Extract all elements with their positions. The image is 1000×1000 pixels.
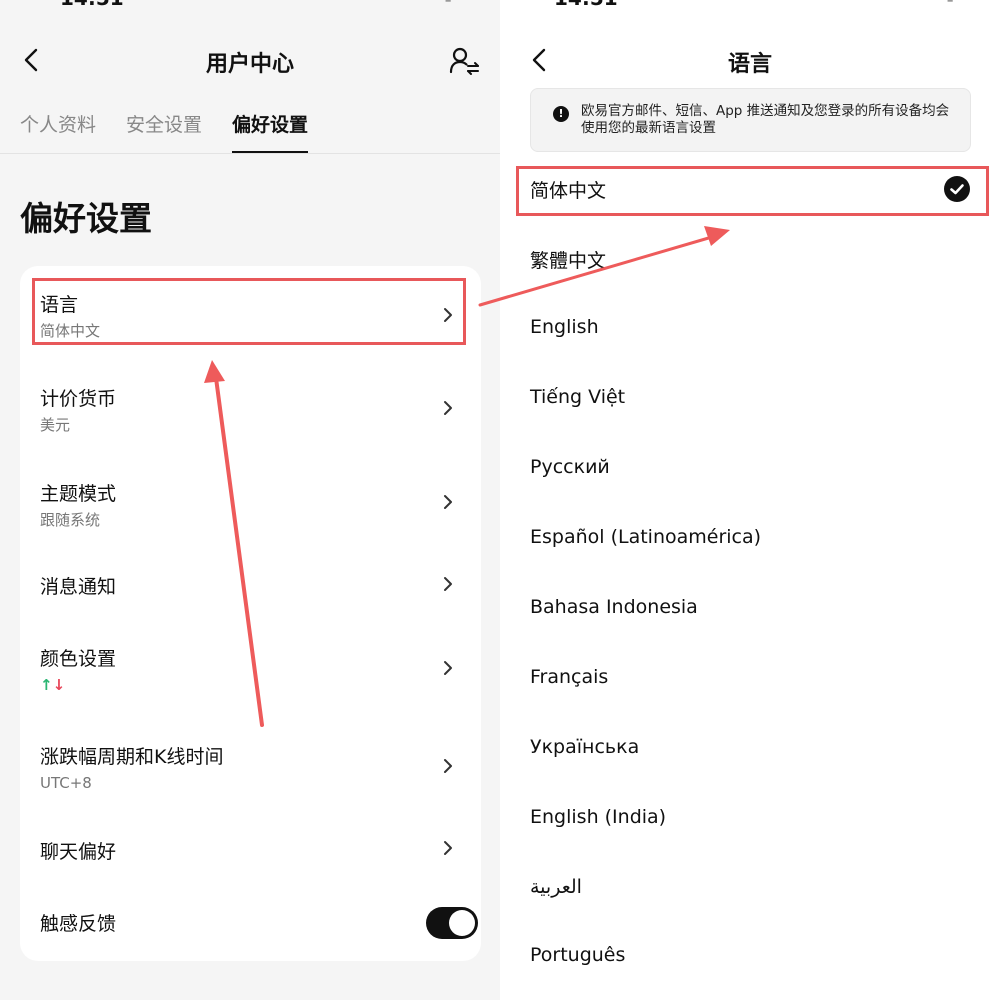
setting-label: 聊天偏好: [40, 841, 117, 863]
section-heading: 偏好设置: [20, 199, 152, 238]
setting-label: 涨跌幅周期和K线时间: [40, 746, 224, 768]
language-option-ru[interactable]: Русский: [530, 456, 610, 478]
back-button[interactable]: [18, 42, 48, 78]
setting-label: 消息通知: [40, 576, 117, 598]
setting-label: 计价货币: [40, 388, 117, 410]
language-option-zh-hant[interactable]: 繁體中文: [530, 246, 606, 273]
chevron-right-icon: [441, 493, 455, 511]
chevron-left-icon: [532, 48, 546, 72]
setting-label: 主题模式: [40, 483, 117, 505]
language-option-pt[interactable]: Português: [530, 944, 625, 966]
setting-item-kline-period[interactable]: 涨跌幅周期和K线时间 UTC+8: [20, 740, 481, 800]
user-switch-button[interactable]: [448, 46, 482, 76]
toggle-knob: [449, 910, 475, 936]
tab-bar: 个人资料 安全设置 偏好设置: [20, 110, 338, 154]
language-notice: ! 欧易官方邮件、短信、App 推送通知及您登录的所有设备均会使用您的最新语言设…: [530, 88, 971, 152]
color-arrows: ↑↓: [40, 676, 65, 694]
info-icon: !: [553, 106, 569, 122]
tab-divider: [0, 153, 500, 154]
language-option-en[interactable]: English: [530, 316, 599, 338]
user-center-screen: 14:51 ···· ▾ ▮ 用户中心 个人资料 安全设置 偏好设置 偏好设置 …: [0, 0, 500, 1000]
up-arrow-icon: ↑: [40, 676, 53, 694]
language-screen: 14:51 ···· ▾ ▮ 语言 ! 欧易官方邮件、短信、App 推送通知及您…: [500, 0, 1000, 1000]
language-option-vi[interactable]: Tiếng Việt: [530, 386, 625, 408]
page-title: 用户中心: [205, 52, 294, 77]
language-option-en-in[interactable]: English (India): [530, 806, 666, 828]
setting-item-chat[interactable]: 聊天偏好: [20, 832, 481, 872]
setting-value: 跟随系统: [40, 511, 101, 529]
language-option-fr[interactable]: Français: [530, 666, 608, 688]
status-bar: 14:51 ···· ▾ ▮: [500, 0, 1000, 10]
setting-item-notifications[interactable]: 消息通知: [20, 566, 481, 606]
setting-item-currency[interactable]: 计价货币 美元: [20, 382, 481, 442]
preferences-list: 语言 简体中文 计价货币 美元 主题模式 跟随系统 消息通知 颜色设置 ↑↓ 涨…: [20, 266, 481, 961]
chevron-right-icon: [441, 399, 455, 417]
chevron-right-icon: [441, 575, 455, 593]
language-option-ar[interactable]: العربية: [530, 876, 582, 898]
tab-profile[interactable]: 个人资料: [20, 110, 96, 154]
user-switch-icon: [449, 47, 479, 75]
setting-value: UTC+8: [40, 774, 92, 792]
chevron-left-icon: [24, 48, 38, 72]
tab-preferences[interactable]: 偏好设置: [232, 110, 309, 154]
tab-security[interactable]: 安全设置: [126, 110, 202, 154]
selected-language-highlight-box: [516, 166, 989, 216]
language-highlight-box: [32, 278, 466, 345]
setting-item-theme[interactable]: 主题模式 跟随系统: [20, 476, 481, 536]
setting-item-color[interactable]: 颜色设置 ↑↓: [20, 642, 481, 702]
language-option-uk[interactable]: Українська: [530, 736, 639, 758]
status-time: 14:51: [554, 0, 618, 10]
notice-text: 欧易官方邮件、短信、App 推送通知及您登录的所有设备均会使用您的最新语言设置: [581, 103, 950, 136]
page-title: 语言: [727, 52, 772, 77]
haptic-toggle[interactable]: [426, 907, 478, 939]
status-system-icons: ···· ▾ ▮: [899, 0, 956, 4]
setting-label: 颜色设置: [40, 648, 117, 670]
chevron-right-icon: [441, 839, 455, 857]
setting-label: 触感反馈: [40, 913, 117, 935]
language-option-es-la[interactable]: Español (Latinoamérica): [530, 526, 761, 548]
status-system-icons: ···· ▾ ▮: [397, 0, 454, 4]
down-arrow-icon: ↓: [52, 676, 66, 694]
status-time: 14:51: [60, 0, 124, 10]
setting-value: 美元: [40, 416, 71, 434]
language-option-id[interactable]: Bahasa Indonesia: [530, 596, 698, 618]
chevron-right-icon: [441, 659, 455, 677]
setting-item-haptic: 触感反馈: [20, 902, 481, 946]
back-button[interactable]: [526, 42, 556, 78]
status-bar: 14:51 ···· ▾ ▮: [0, 0, 500, 10]
chevron-right-icon: [441, 757, 455, 775]
